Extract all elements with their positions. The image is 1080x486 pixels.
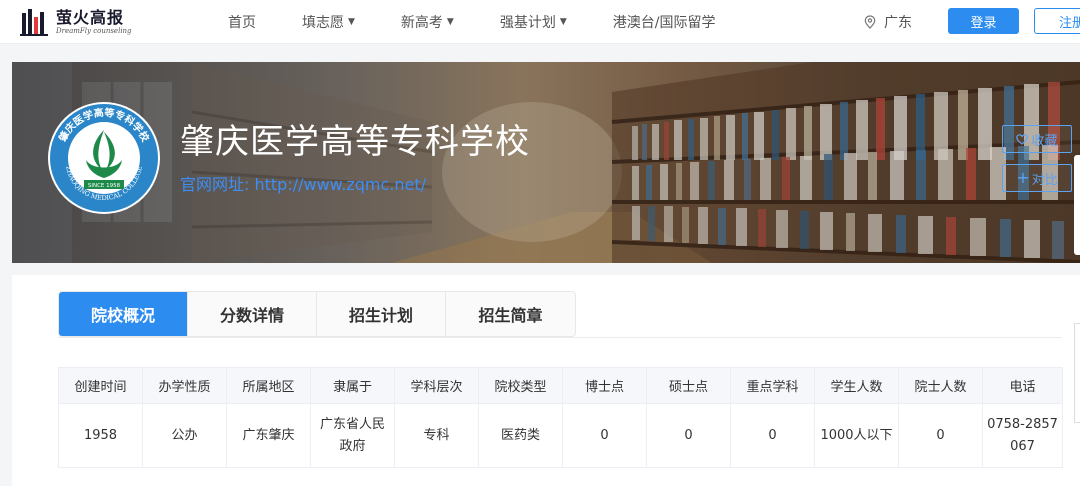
heart-icon bbox=[1016, 133, 1029, 145]
website-url[interactable]: http://www.zqmc.net/ bbox=[254, 175, 426, 194]
school-info-table: 创建时间 办学性质 所属地区 隶属于 学科层次 院校类型 博士点 硕士点 重点学… bbox=[58, 367, 1063, 468]
header-ownership: 办学性质 bbox=[142, 367, 227, 404]
cell-school-type: 医药类 bbox=[478, 403, 563, 468]
cell-key-disciplines: 0 bbox=[730, 403, 815, 468]
caret-down-icon: ▼ bbox=[559, 17, 567, 27]
top-navigation-bar: 萤火高报 DreamFly counseling 首页 填志愿 ▼ 新高考 ▼ 强基… bbox=[0, 0, 1080, 44]
school-name: 肇庆医学高等专科学校 bbox=[180, 122, 530, 162]
logo-name: 萤火高报 bbox=[56, 7, 125, 27]
main-nav: 首页 填志愿 ▼ 新高考 ▼ 强基计划 ▼ 港澳台/国际留学 bbox=[228, 0, 761, 44]
side-panel-edge bbox=[1074, 323, 1080, 423]
cell-level: 专科 bbox=[394, 403, 479, 468]
tab-score-details[interactable]: 分数详情 bbox=[188, 292, 317, 336]
nav-item-new-gaokao[interactable]: 新高考 ▼ bbox=[401, 12, 454, 32]
header-phone: 电话 bbox=[982, 367, 1063, 404]
header-school-type: 院校类型 bbox=[478, 367, 563, 404]
cell-affiliation: 广东省人民政府 bbox=[310, 403, 395, 468]
detail-tabs: 院校概况 分数详情 招生计划 招生简章 bbox=[58, 291, 576, 337]
header-key-disciplines: 重点学科 bbox=[730, 367, 815, 404]
header-level: 学科层次 bbox=[394, 367, 479, 404]
header-academicians: 院士人数 bbox=[898, 367, 983, 404]
table-row: 1958 公办 广东肇庆 广东省人民政府 专科 医药类 0 0 0 1000人以… bbox=[58, 403, 1063, 468]
caret-down-icon: ▼ bbox=[348, 17, 355, 27]
cell-region: 广东肇庆 bbox=[226, 403, 311, 468]
plus-icon: + bbox=[1016, 168, 1030, 187]
school-emblem: 肇庆医学高等专科学校 ZHAOQING MEDICAL COLLEGE SINC… bbox=[48, 102, 160, 214]
header-doctoral: 博士点 bbox=[562, 367, 647, 404]
cell-phone: 0758-2857067 bbox=[982, 403, 1063, 468]
nav-item-fill-application[interactable]: 填志愿 ▼ bbox=[302, 12, 355, 32]
side-panel-edge bbox=[1074, 155, 1080, 255]
register-button[interactable]: 注册 bbox=[1034, 8, 1080, 34]
tab-enrollment-plan[interactable]: 招生计划 bbox=[317, 292, 446, 336]
cell-student-count: 1000人以下 bbox=[814, 403, 899, 468]
header-founded: 创建时间 bbox=[58, 367, 143, 404]
school-banner: 肇庆医学高等专科学校 ZHAOQING MEDICAL COLLEGE SINC… bbox=[12, 62, 1080, 263]
logo-tagline: DreamFly counseling bbox=[56, 26, 132, 35]
table-header-row: 创建时间 办学性质 所属地区 隶属于 学科层次 院校类型 博士点 硕士点 重点学… bbox=[58, 367, 1063, 404]
favorite-button[interactable]: 收藏 bbox=[1002, 125, 1072, 153]
tab-divider bbox=[58, 337, 1062, 338]
cell-academicians: 0 bbox=[898, 403, 983, 468]
location-selector[interactable]: 广东 bbox=[864, 0, 912, 44]
svg-text:SINCE 1958: SINCE 1958 bbox=[88, 183, 121, 189]
header-region: 所属地区 bbox=[226, 367, 311, 404]
cell-doctoral: 0 bbox=[562, 403, 647, 468]
nav-item-home[interactable]: 首页 bbox=[228, 12, 256, 32]
location-label: 广东 bbox=[884, 15, 912, 31]
cell-masters: 0 bbox=[646, 403, 731, 468]
logo-mark-icon bbox=[20, 7, 48, 37]
header-student-count: 学生人数 bbox=[814, 367, 899, 404]
login-button[interactable]: 登录 bbox=[948, 8, 1019, 34]
nav-item-strong-foundation[interactable]: 强基计划 ▼ bbox=[500, 12, 567, 32]
nav-item-overseas-study[interactable]: 港澳台/国际留学 bbox=[613, 12, 716, 32]
compare-button[interactable]: + 对比 bbox=[1002, 164, 1072, 192]
cell-founded: 1958 bbox=[58, 403, 143, 468]
location-pin-icon bbox=[864, 15, 876, 29]
site-logo[interactable]: 萤火高报 DreamFly counseling bbox=[20, 7, 132, 37]
header-affiliation: 隶属于 bbox=[310, 367, 395, 404]
caret-down-icon: ▼ bbox=[446, 17, 454, 27]
tab-enrollment-brochure[interactable]: 招生简章 bbox=[446, 292, 575, 336]
tab-overview[interactable]: 院校概况 bbox=[59, 292, 188, 336]
school-detail-panel: 院校概况 分数详情 招生计划 招生简章 创建时间 办学性质 所属地区 隶属于 学… bbox=[12, 275, 1080, 486]
header-masters: 硕士点 bbox=[646, 367, 731, 404]
cell-ownership: 公办 bbox=[142, 403, 227, 468]
school-website-link[interactable]: 官网网址: http://www.zqmc.net/ bbox=[180, 171, 426, 195]
